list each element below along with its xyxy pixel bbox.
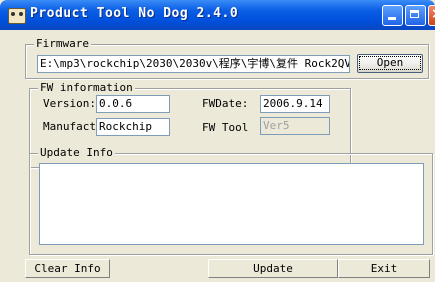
open-button-label: Open xyxy=(359,56,421,70)
fwtool-label: FW Tool xyxy=(202,121,249,134)
fwtool-field: Ver5 xyxy=(260,117,330,135)
window-title: Product Tool No Dog 2.4.0 xyxy=(30,6,239,21)
maximize-button[interactable] xyxy=(405,5,426,26)
fw-information-group-title: FW information xyxy=(38,81,135,94)
fwdate-field[interactable]: 2006.9.14 xyxy=(260,95,330,113)
fwdate-label: FWDate: xyxy=(202,97,249,110)
clear-info-button[interactable]: Clear Info xyxy=(25,259,110,278)
firmware-path-field[interactable]: E:\mp3\rockchip\2030\2030v\程序\宇博\复件 Rock… xyxy=(37,55,350,73)
app-icon xyxy=(8,8,26,24)
manufact-label: Manufact: xyxy=(43,120,103,133)
update-info-textarea[interactable] xyxy=(39,163,424,245)
close-icon: × xyxy=(431,6,435,22)
update-info-group-title: Update Info xyxy=(38,146,115,159)
close-button[interactable]: × xyxy=(428,5,435,26)
version-field[interactable]: 0.0.6 xyxy=(96,95,170,113)
version-label: Version: xyxy=(43,97,96,110)
title-bar[interactable]: Product Tool No Dog 2.4.0 × xyxy=(0,0,435,30)
minimize-button[interactable] xyxy=(382,5,403,26)
update-button[interactable]: Update xyxy=(208,259,338,278)
exit-button[interactable]: Exit xyxy=(338,259,430,278)
manufact-field[interactable]: Rockchip xyxy=(96,118,170,136)
open-button[interactable]: Open xyxy=(357,54,423,73)
firmware-group-title: Firmware xyxy=(34,37,91,50)
